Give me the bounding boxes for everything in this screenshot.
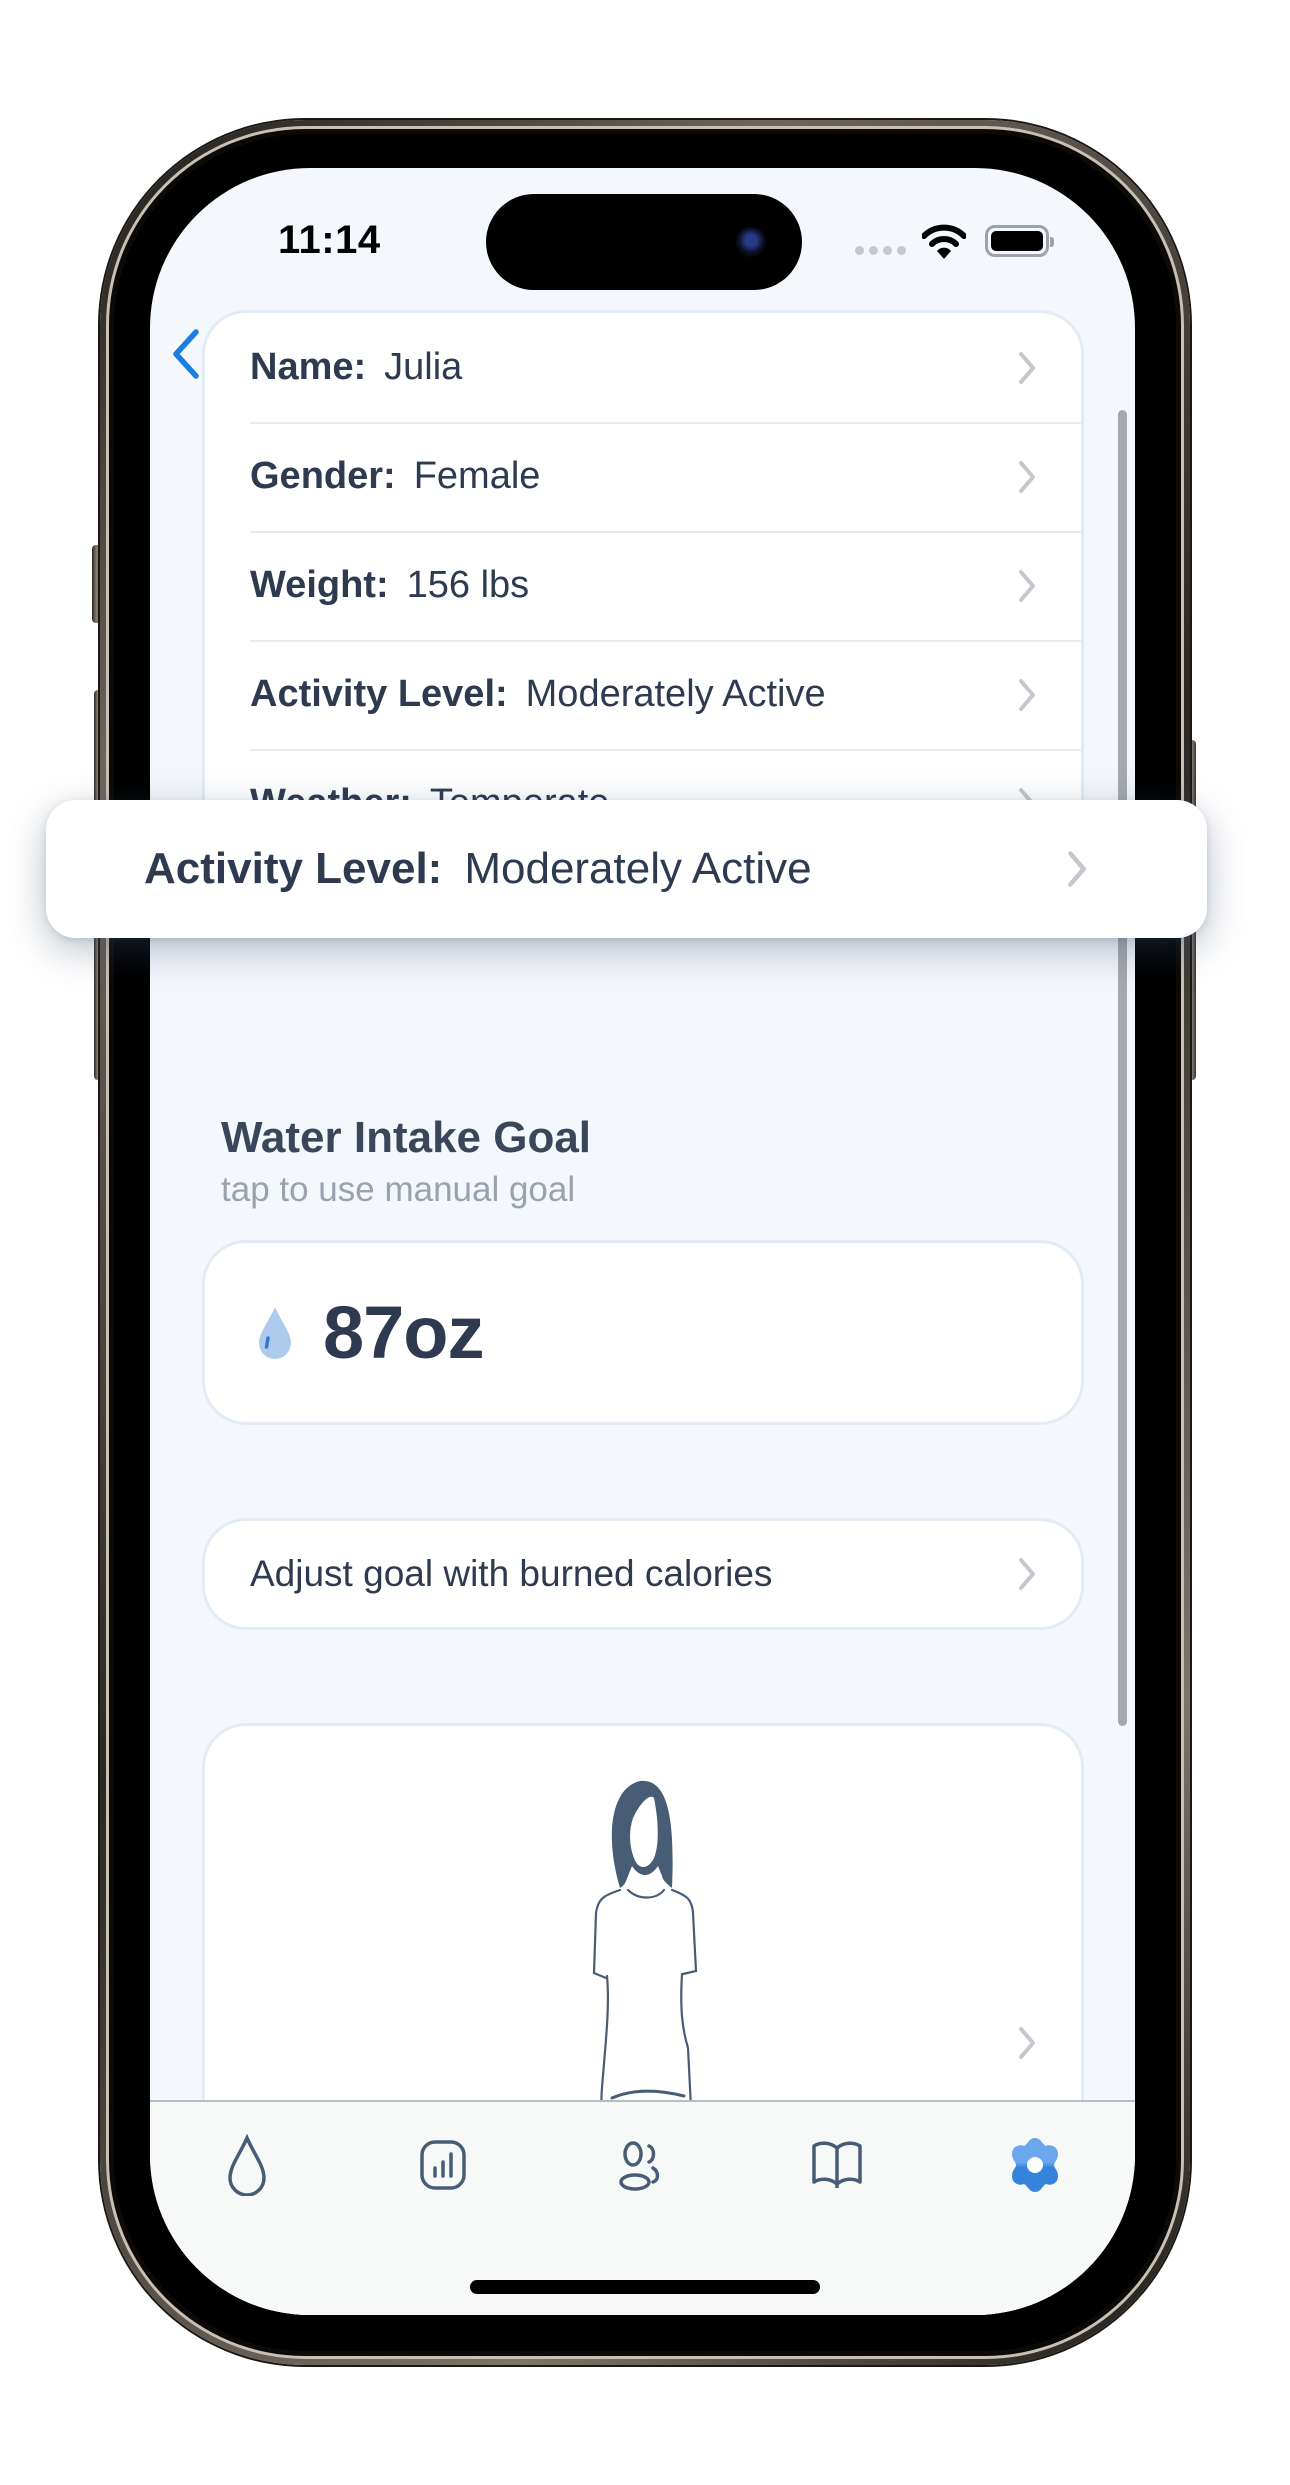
tab-water[interactable]: [212, 2130, 282, 2200]
water-goal-title: Water Intake Goal: [221, 1113, 592, 1162]
dynamic-island: [486, 194, 802, 290]
profile-row-gender[interactable]: Gender: Female: [205, 422, 1081, 531]
chevron-right-icon: [1068, 851, 1086, 887]
adjust-goal-card: Adjust goal with burned calories: [202, 1518, 1084, 1630]
gear-icon: [1012, 2138, 1058, 2192]
profile-row-weight[interactable]: Weight: 156 lbs: [205, 531, 1081, 640]
chevron-right-icon: [1019, 351, 1035, 384]
highlight-label: Activity Level:: [144, 844, 443, 893]
row-label: Gender:: [250, 455, 396, 497]
chevron-right-icon: [1019, 678, 1035, 711]
book-icon: [812, 2141, 862, 2188]
adjust-goal-label: Adjust goal with burned calories: [250, 1553, 773, 1594]
water-goal-card[interactable]: 87oz: [202, 1240, 1084, 1425]
highlight-value: Moderately Active: [464, 844, 812, 893]
row-value: Female: [413, 455, 541, 497]
home-indicator[interactable]: [470, 2280, 820, 2294]
chart-icon: [420, 2140, 466, 2190]
battery-icon: [985, 225, 1054, 257]
profile-row-name[interactable]: Name: Julia: [205, 313, 1081, 422]
row-label: Weight:: [250, 564, 389, 606]
people-icon: [619, 2141, 660, 2191]
profile-row-activity-level[interactable]: Activity Level: Moderately Active: [205, 640, 1081, 749]
profile-card: Name: Julia Gender: Female Weight: 156 l…: [202, 310, 1084, 856]
chevron-right-icon: [1019, 569, 1035, 602]
chevron-right-icon: [1019, 460, 1035, 493]
water-goal-value: 87oz: [323, 1291, 485, 1374]
tab-settings[interactable]: [1000, 2130, 1070, 2200]
activity-level-highlight[interactable]: Activity Level: Moderately Active: [46, 800, 1207, 938]
row-label: Activity Level:: [250, 673, 508, 715]
screen: 11:14 Settings Profile Name: Julia Gende…: [150, 168, 1135, 2315]
water-goal-subtitle: tap to use manual goal: [221, 1170, 576, 1209]
tab-learn[interactable]: [802, 2130, 872, 2200]
row-value: Moderately Active: [525, 673, 826, 715]
water-drop-icon: [259, 1306, 291, 1359]
wifi-icon: [922, 224, 966, 259]
scrollbar[interactable]: [1118, 410, 1127, 1726]
tab-stats[interactable]: [408, 2130, 478, 2200]
camera-icon: [736, 227, 766, 257]
row-value: Julia: [384, 346, 463, 388]
row-label: Name:: [250, 346, 367, 388]
chevron-right-icon: [1019, 1558, 1035, 1590]
chevron-right-icon: [1019, 2027, 1035, 2059]
drop-icon: [228, 2134, 266, 2196]
adjust-goal-row[interactable]: Adjust goal with burned calories: [205, 1521, 1081, 1627]
status-time: 11:14: [278, 218, 381, 262]
cellular-signal-icon: [855, 246, 906, 255]
row-value: 156 lbs: [406, 564, 530, 606]
tab-social[interactable]: [605, 2130, 675, 2200]
